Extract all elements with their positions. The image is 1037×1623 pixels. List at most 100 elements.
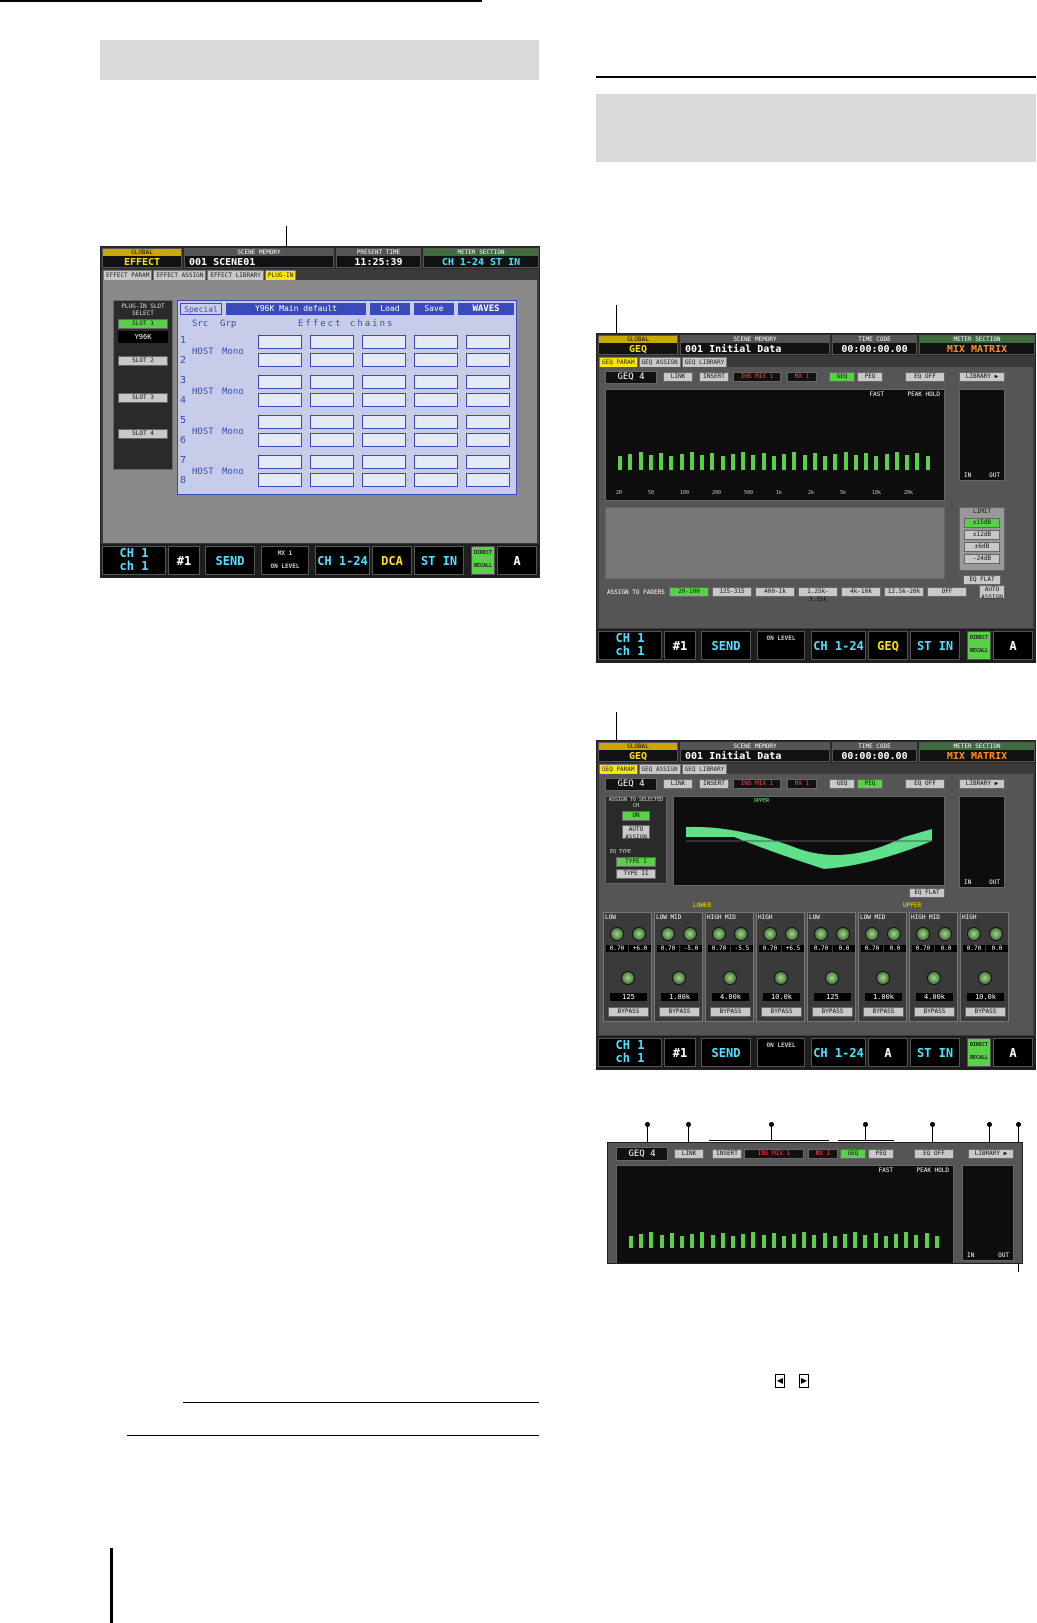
gain-knob[interactable] <box>887 927 901 941</box>
freq-knob[interactable] <box>774 971 788 985</box>
assign-option[interactable]: 4k-10k <box>841 587 881 597</box>
mix-send[interactable]: SEND <box>701 1038 751 1067</box>
eq-off-button[interactable]: EQ OFF <box>905 779 945 789</box>
on-level[interactable]: ON LEVEL <box>757 631 805 660</box>
geq-selector[interactable]: GEQ 4 <box>616 1147 668 1161</box>
effect-slot-box[interactable] <box>258 393 302 407</box>
load-button[interactable]: Load <box>370 303 410 315</box>
effect-slot-box[interactable] <box>310 353 354 367</box>
slot-2-button[interactable]: SLOT 2 <box>118 356 168 366</box>
assign-option[interactable]: 20-100 <box>669 587 709 597</box>
peq-mode-button[interactable]: PEQ <box>857 372 883 382</box>
effect-slot-box[interactable] <box>310 473 354 487</box>
effect-slot-box[interactable] <box>310 455 354 469</box>
effect-slot-box[interactable] <box>362 393 406 407</box>
geq-selector[interactable]: GEQ 4 <box>605 371 657 384</box>
stin-button[interactable]: ST IN <box>910 631 960 660</box>
effect-slot-box[interactable] <box>362 473 406 487</box>
assign-option[interactable]: 125-315 <box>712 587 752 597</box>
insert-mix[interactable]: MX 1 <box>808 1149 838 1159</box>
effect-slot-box[interactable] <box>414 473 458 487</box>
effect-slot-box[interactable] <box>414 433 458 447</box>
gain-knob[interactable] <box>734 927 748 941</box>
library-button[interactable]: LIBRARY ▶ <box>968 1149 1014 1159</box>
meter-mix-button[interactable]: MIX <box>947 344 965 355</box>
effect-slot-box[interactable] <box>310 433 354 447</box>
eq-type-2[interactable]: TYPE II <box>616 869 656 879</box>
stin-button[interactable]: ST IN <box>414 546 464 575</box>
q-knob[interactable] <box>763 927 777 941</box>
input-ch[interactable]: CH 1-24 <box>811 1038 866 1067</box>
geq-selector[interactable]: GEQ 4 <box>605 778 657 791</box>
eq-off-button[interactable]: EQ OFF <box>914 1149 954 1159</box>
effect-slot-box[interactable] <box>414 375 458 389</box>
gain-knob[interactable] <box>836 927 850 941</box>
stin-button[interactable]: ST IN <box>910 1038 960 1067</box>
limit-24db[interactable]: -24dB <box>964 554 1000 564</box>
limit-12db[interactable]: ±12dB <box>964 530 1000 540</box>
effect-slot-box[interactable] <box>258 335 302 349</box>
freq-knob[interactable] <box>672 971 686 985</box>
q-knob[interactable] <box>814 927 828 941</box>
limit-6db[interactable]: ±6dB <box>964 542 1000 552</box>
freq-knob[interactable] <box>825 971 839 985</box>
effect-slot-box[interactable] <box>362 353 406 367</box>
special-button[interactable]: Special <box>180 303 222 315</box>
freq-knob[interactable] <box>621 971 635 985</box>
library-button[interactable]: LIBRARY ▶ <box>959 779 1005 789</box>
effect-slot-box[interactable] <box>258 375 302 389</box>
q-knob[interactable] <box>712 927 726 941</box>
geq-mode-button[interactable]: GEQ <box>829 372 855 382</box>
effect-slot-box[interactable] <box>258 473 302 487</box>
effect-slot-box[interactable] <box>466 433 510 447</box>
freq-knob[interactable] <box>876 971 890 985</box>
user-def-bank[interactable]: A <box>993 631 1033 660</box>
effect-slot-box[interactable] <box>362 433 406 447</box>
effect-slot-box[interactable] <box>258 455 302 469</box>
meter-mix-button[interactable]: MIX <box>947 751 965 762</box>
limit-15db[interactable]: ±15dB <box>964 518 1000 528</box>
effect-slot-box[interactable] <box>310 415 354 429</box>
freq-knob[interactable] <box>723 971 737 985</box>
effect-slot-box[interactable] <box>310 375 354 389</box>
bypass-button[interactable]: BYPASS <box>812 1007 853 1017</box>
gain-knob[interactable] <box>683 927 697 941</box>
effect-slot-box[interactable] <box>466 353 510 367</box>
effect-slot-box[interactable] <box>466 455 510 469</box>
on-level[interactable]: MX 1 ON LEVEL <box>261 546 309 575</box>
input-ch[interactable]: CH 1-24 <box>811 631 866 660</box>
input-ch[interactable]: CH 1-24 <box>315 546 370 575</box>
bypass-button[interactable]: BYPASS <box>710 1007 751 1017</box>
effect-slot-box[interactable] <box>414 393 458 407</box>
effect-slot-box[interactable] <box>362 415 406 429</box>
q-knob[interactable] <box>661 927 675 941</box>
assign-option[interactable]: OFF <box>927 587 967 597</box>
gain-knob[interactable] <box>785 927 799 941</box>
link-button[interactable]: LINK <box>663 372 693 382</box>
meter-ch-button[interactable]: CH 1-24 <box>442 257 484 268</box>
effect-slot-box[interactable] <box>466 335 510 349</box>
effect-slot-box[interactable] <box>466 415 510 429</box>
freq-knob[interactable] <box>927 971 941 985</box>
q-knob[interactable] <box>916 927 930 941</box>
link-button[interactable]: LINK <box>674 1149 704 1159</box>
save-button[interactable]: Save <box>414 303 454 315</box>
eq-type-1[interactable]: TYPE I <box>616 857 656 867</box>
assign-option[interactable]: 12.5k-20k <box>884 587 924 597</box>
meter-st-button[interactable]: ST IN <box>490 257 520 268</box>
insert-mix[interactable]: MX 1 <box>787 779 817 789</box>
effect-slot-box[interactable] <box>362 335 406 349</box>
geq-mode-button[interactable]: GEQ <box>829 779 855 789</box>
assign-option[interactable]: 1.25k-3.15k <box>798 587 838 603</box>
mix-send[interactable]: SEND <box>205 546 255 575</box>
q-knob[interactable] <box>967 927 981 941</box>
bypass-button[interactable]: BYPASS <box>863 1007 904 1017</box>
assign-on-button[interactable]: ON <box>622 811 650 821</box>
q-knob[interactable] <box>610 927 624 941</box>
effect-slot-box[interactable] <box>310 393 354 407</box>
insert-point[interactable]: INS MIX 1 <box>733 372 781 382</box>
library-button[interactable]: LIBRARY ▶ <box>959 372 1005 382</box>
effect-slot-box[interactable] <box>466 375 510 389</box>
effect-slot-box[interactable] <box>466 393 510 407</box>
insert-point[interactable]: INS MIX 1 <box>744 1149 804 1159</box>
